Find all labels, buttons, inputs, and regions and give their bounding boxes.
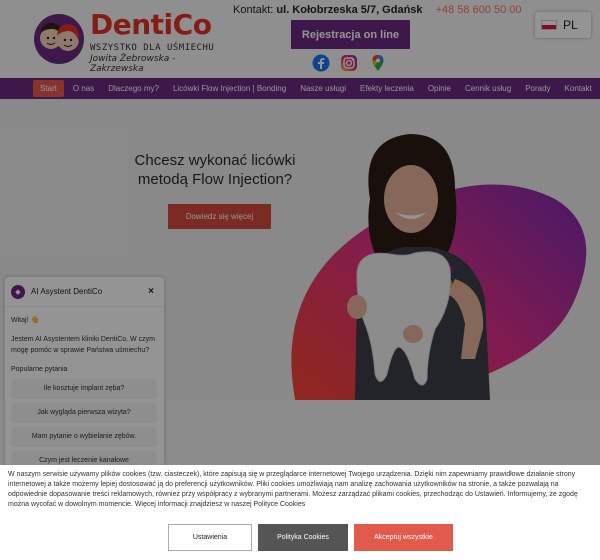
facebook-icon[interactable]: [312, 54, 330, 72]
assistant-avatar-icon: ◆: [11, 284, 25, 299]
contact-address: ul. Kołobrzeska 5/7, Gdańsk: [276, 4, 423, 16]
main-nav: Start O nas Dlaczego my? Licówki Flow In…: [0, 78, 600, 99]
language-label: PL: [563, 18, 578, 32]
learn-more-button[interactable]: Dowiedz się więcej: [168, 204, 271, 229]
cookie-buttons: Ustawienia Polityka Cookies Akceptuj wsz…: [168, 524, 453, 551]
chat-title: AI Asystent DentiCo: [31, 287, 103, 296]
nav-item-cennik[interactable]: Cennik usług: [458, 80, 518, 97]
contact-info: Kontakt: ul. Kołobrzeska 5/7, Gdańsk +48…: [233, 4, 522, 16]
accept-all-cookies-button[interactable]: Akceptuj wszystkie: [354, 524, 453, 551]
dentist-holding-tooth-image: Dentico: [347, 134, 490, 400]
hero-headline: Chcesz wykonać licówki metodą Flow Injec…: [134, 152, 296, 188]
poland-flag-icon: [541, 20, 557, 30]
site-header: DentiCo WSZYSTKO DLA UŚMIECHU Jowita Żeb…: [0, 0, 600, 78]
cookie-settings-button[interactable]: Ustawienia: [168, 524, 252, 551]
chat-intro: Jestem AI Asystentem kliniki DentiCo. W …: [11, 336, 155, 354]
chat-greeting: Witaj! 👋: [11, 317, 40, 324]
contact-phone[interactable]: +48 58 600 50 00: [436, 4, 522, 16]
page: DentiCo WSZYSTKO DLA UŚMIECHU Jowita Żeb…: [0, 0, 600, 560]
nav-item-licowki[interactable]: Licówki Flow Injection | Bonding: [166, 80, 293, 97]
ai-assistant-chat: ◆ AI Asystent DentiCo × Witaj! 👋 Jestem …: [5, 277, 164, 467]
logo[interactable]: DentiCo WSZYSTKO DLA UŚMIECHU Jowita Żeb…: [32, 8, 222, 74]
nav-item-efekty-leczenia[interactable]: Efekty leczenia: [353, 80, 421, 97]
language-selector[interactable]: PL: [535, 12, 591, 38]
cookie-text: W naszym serwisie używamy plików cookies…: [8, 471, 578, 508]
nav-item-nasze-uslugi[interactable]: Nasze usługi: [293, 80, 353, 97]
nav-item-dlaczego-my[interactable]: Dlaczego my?: [101, 80, 166, 97]
nav-item-start[interactable]: Start: [33, 80, 64, 97]
chat-header: ◆ AI Asystent DentiCo ×: [5, 277, 164, 307]
popular-questions-label: Popularne pytania: [11, 366, 68, 373]
question-button-implant[interactable]: Ile kosztuje implant zęba?: [11, 379, 157, 399]
logo-faces-icon: [34, 14, 84, 64]
close-icon[interactable]: ×: [148, 286, 154, 297]
logo-names: Jowita Żebrowska - Zakrzewska: [90, 54, 176, 74]
google-maps-icon[interactable]: [369, 54, 387, 72]
question-button-first-visit[interactable]: Jak wygląda pierwsza wizyta?: [11, 403, 157, 423]
logo-title: DentiCo: [90, 8, 212, 41]
register-online-button[interactable]: Rejestracja on line: [291, 20, 410, 49]
logo-tagline: WSZYSTKO DLA UŚMIECHU: [90, 43, 215, 53]
contact-prefix: Kontakt:: [233, 4, 274, 16]
instagram-icon[interactable]: [340, 54, 358, 72]
nav-item-opinie[interactable]: Opinie: [421, 80, 458, 97]
chat-body: Witaj! 👋 Jestem AI Asystentem kliniki De…: [5, 307, 164, 467]
nav-item-porady[interactable]: Porady: [518, 80, 557, 97]
cookie-policy-button[interactable]: Polityka Cookies: [258, 524, 348, 551]
cookie-banner: W naszym serwisie używamy plików cookies…: [0, 465, 600, 560]
nav-item-kontakt[interactable]: Kontakt: [558, 80, 599, 97]
nav-item-o-nas[interactable]: O nas: [66, 80, 101, 97]
question-button-whitening[interactable]: Mam pytanie o wybielanie zębów.: [11, 427, 157, 447]
